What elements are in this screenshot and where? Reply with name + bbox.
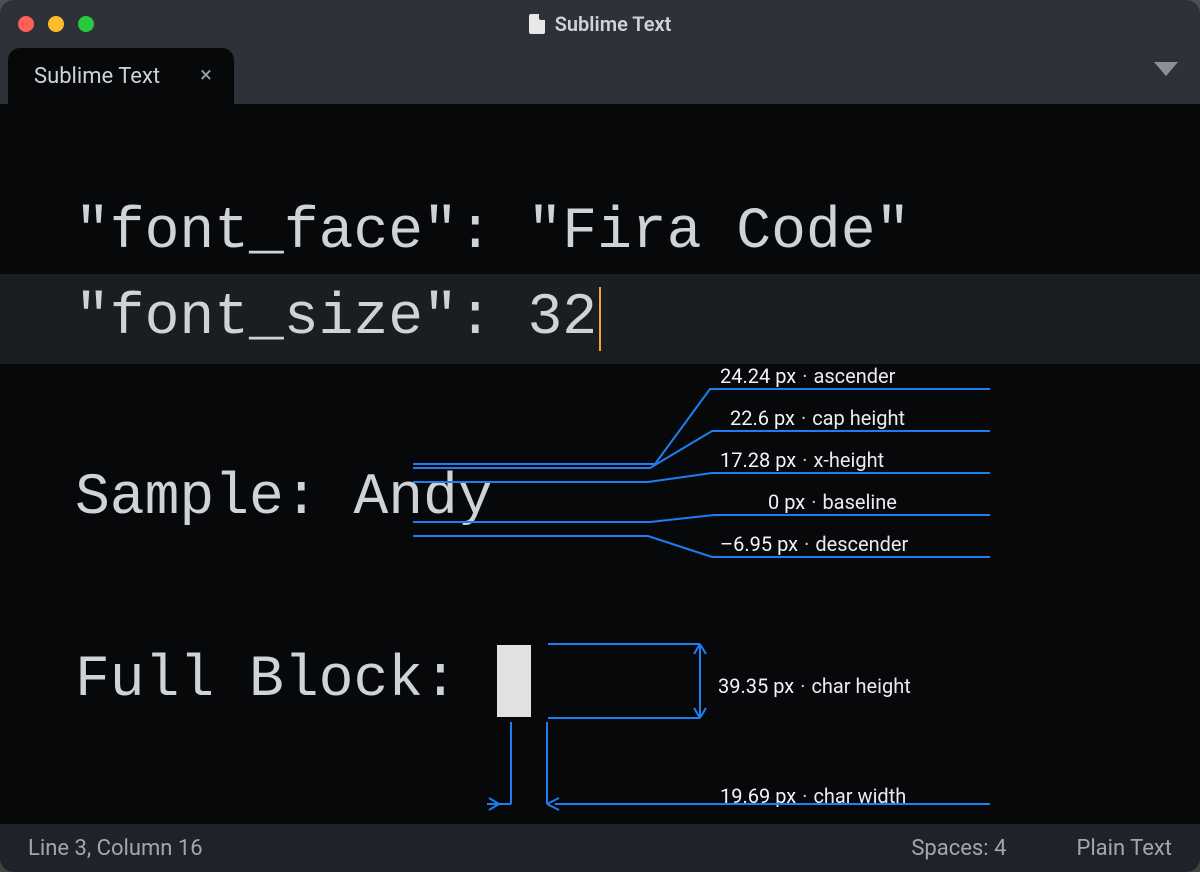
metric-name: ascender: [813, 364, 895, 388]
metric-value: 17.28 px: [720, 448, 796, 472]
block-line[interactable]: Full Block:: [0, 640, 1200, 722]
metric-xheight: 17.28 px·x-height: [720, 448, 884, 472]
file-icon: [529, 14, 545, 34]
metric-name: cap height: [812, 406, 905, 430]
metric-char-width: 19.69 px·char width: [720, 784, 906, 808]
close-icon[interactable]: [18, 16, 34, 32]
status-bar: Line 3, Column 16 Spaces: 4 Plain Text: [0, 824, 1200, 872]
metric-value: 39.35 px: [718, 674, 794, 698]
metric-name: x-height: [813, 448, 884, 472]
status-indent[interactable]: Spaces: 4: [911, 836, 1006, 861]
code-line-2[interactable]: "font_size": 32: [0, 274, 1200, 364]
text-cursor: [599, 287, 601, 351]
editor-area[interactable]: "font_face": "Fira Code" "font_size": 32…: [0, 104, 1200, 824]
full-block-glyph: [497, 645, 531, 717]
sample-line[interactable]: Sample: Andy: [0, 458, 1200, 540]
traffic-lights: [0, 16, 94, 32]
zoom-icon[interactable]: [78, 16, 94, 32]
code-text: "font_face": "Fira Code": [75, 204, 910, 262]
block-label: Full Block:: [75, 652, 493, 710]
metric-value: –6.95 px: [720, 532, 798, 556]
metric-name: descender: [815, 532, 908, 556]
title-center: Sublime Text: [0, 12, 1200, 36]
metric-name: char width: [813, 784, 906, 808]
code-text: "font_size": 32: [75, 290, 597, 348]
metric-cap: 22.6 px·cap height: [730, 406, 905, 430]
tab-label: Sublime Text: [34, 64, 160, 89]
metric-value: 19.69 px: [720, 784, 796, 808]
tab-bar: Sublime Text ×: [0, 48, 1200, 104]
metric-char-height: 39.35 px·char height: [718, 674, 911, 698]
title-bar[interactable]: Sublime Text: [0, 0, 1200, 48]
tab-active[interactable]: Sublime Text ×: [8, 48, 234, 104]
metric-value: 22.6 px: [730, 406, 795, 430]
metric-descender: –6.95 px·descender: [720, 532, 908, 556]
metric-ascender: 24.24 px·ascender: [720, 364, 895, 388]
metric-name: baseline: [822, 490, 896, 514]
metric-baseline: 0 px·baseline: [768, 490, 897, 514]
tab-overflow-icon[interactable]: [1154, 62, 1178, 76]
window-title: Sublime Text: [555, 12, 672, 36]
metric-name: char height: [811, 674, 910, 698]
metric-value: 0 px: [768, 490, 805, 514]
close-tab-icon[interactable]: ×: [200, 65, 212, 87]
code-line-1[interactable]: "font_face": "Fira Code": [0, 192, 1200, 274]
sample-text: Sample: Andy: [75, 470, 493, 528]
metric-value: 24.24 px: [720, 364, 796, 388]
status-cursor-pos[interactable]: Line 3, Column 16: [28, 836, 203, 861]
minimize-icon[interactable]: [48, 16, 64, 32]
app-window: Sublime Text Sublime Text × "font_face":…: [0, 0, 1200, 872]
status-syntax[interactable]: Plain Text: [1076, 836, 1172, 861]
